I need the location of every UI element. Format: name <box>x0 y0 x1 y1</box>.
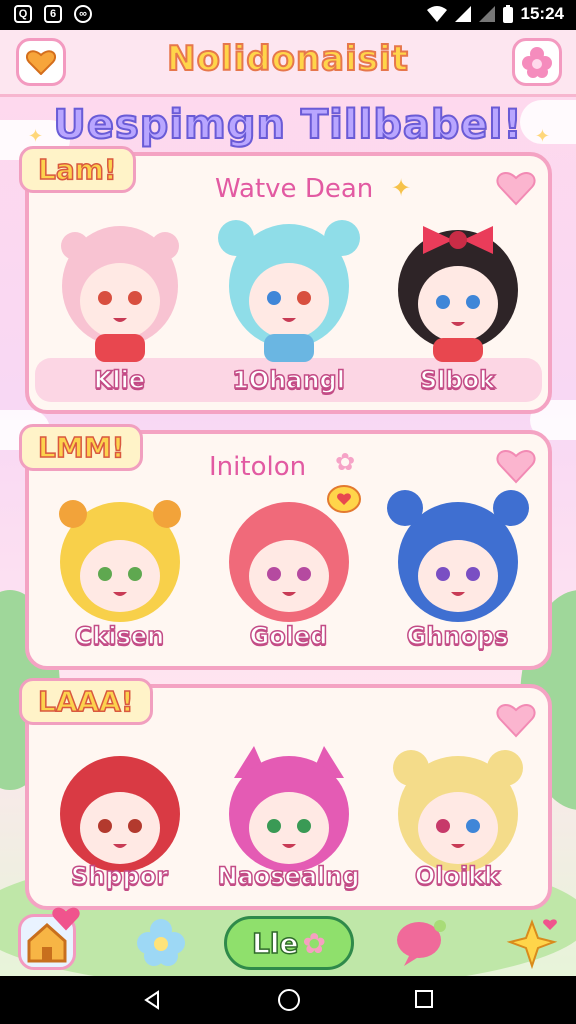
sparkle-icon: ✦ <box>391 174 412 202</box>
flower-icon: ✿ <box>335 448 356 476</box>
character-card[interactable]: Oloikk <box>383 738 533 896</box>
app-screen: Nolidonaisit Uespimgn Tillbabel! ✦ ✦ Lam… <box>0 30 576 976</box>
flower-icon[interactable] <box>136 918 186 968</box>
character-name: Shppor <box>70 861 169 891</box>
notification-icon: ∞ <box>74 5 92 23</box>
character-name: Goled <box>249 621 328 651</box>
battery-icon <box>502 5 513 23</box>
character-name: Ghnops <box>406 621 509 651</box>
home-circle-icon[interactable] <box>277 988 301 1012</box>
signal-icon <box>454 6 471 22</box>
play-label: Lle <box>251 926 299 961</box>
character-avatar <box>59 756 180 872</box>
character-avatar <box>60 226 179 362</box>
recents-icon[interactable] <box>414 989 434 1009</box>
character-card[interactable]: Ckisen <box>45 484 195 656</box>
chat-icon[interactable] <box>394 918 448 968</box>
sparkle-icon: ✦ <box>534 126 550 147</box>
section-tag: Lam! <box>19 146 136 193</box>
character-card[interactable]: 1Ohangl <box>214 206 364 400</box>
character-avatar <box>397 226 518 362</box>
character-name: Oloikk <box>414 861 501 891</box>
menu-button[interactable] <box>512 38 562 86</box>
section-subtitle: Initolon <box>209 452 307 482</box>
favorite-heart-button[interactable] <box>496 446 536 484</box>
character-name: 1Ohangl <box>231 365 345 395</box>
character-panel-1: Lam! Watve Dean ✦ Klie 1Ohangl Slbok <box>19 146 552 414</box>
system-nav-bar <box>0 976 576 1024</box>
speech-heart-icon <box>326 485 361 513</box>
favorites-button[interactable] <box>16 38 66 86</box>
back-icon[interactable] <box>142 990 162 1010</box>
heart-badge-icon <box>52 907 80 931</box>
sparkle-icon: ✦ <box>28 126 44 147</box>
sparkle-icon[interactable] <box>506 916 562 970</box>
status-bar: Q 6 ∞ 15:24 <box>0 0 576 30</box>
character-card[interactable]: Goled <box>214 484 364 656</box>
character-avatar <box>58 500 181 622</box>
character-name: Slbok <box>419 365 496 395</box>
character-avatar <box>228 746 349 872</box>
favorite-heart-button[interactable] <box>496 168 536 206</box>
flower-icon: ✿ <box>302 926 326 960</box>
character-avatar <box>392 750 523 872</box>
notification-icon: Q <box>14 5 32 23</box>
signal-icon <box>478 6 495 22</box>
wifi-icon <box>426 6 447 22</box>
play-button[interactable]: Lle ✿ <box>224 916 354 970</box>
top-bar: Nolidonaisit <box>0 30 576 97</box>
character-name: Ckisen <box>74 621 165 651</box>
character-avatar <box>217 220 360 362</box>
app-title: Nolidonaisit <box>166 38 409 80</box>
notification-icon: 6 <box>44 5 62 23</box>
character-avatar <box>386 490 529 622</box>
character-card[interactable]: Klie <box>45 206 195 400</box>
section-tag: LMM! <box>19 424 144 471</box>
character-name: Klie <box>93 365 146 395</box>
character-card[interactable]: Slbok <box>383 206 533 400</box>
section-subtitle: Watve Dean <box>215 174 374 204</box>
character-card[interactable]: Ghnops <box>383 484 533 656</box>
flower-icon <box>522 47 552 78</box>
clock: 15:24 <box>520 4 564 23</box>
character-card[interactable]: Naosealng <box>214 738 364 896</box>
character-panel-3: LAAA! Shppor Naosealng Oloikk <box>19 678 552 910</box>
character-name: Naosealng <box>217 861 361 891</box>
section-tag: LAAA! <box>19 678 153 725</box>
bottom-nav: Lle ✿ <box>0 907 576 976</box>
favorite-heart-button[interactable] <box>496 700 536 738</box>
character-panel-2: LMM! Initolon ✿ Ckisen Goled Ghnops <box>19 424 552 670</box>
character-card[interactable]: Shppor <box>45 738 195 896</box>
heart-icon <box>26 50 56 75</box>
